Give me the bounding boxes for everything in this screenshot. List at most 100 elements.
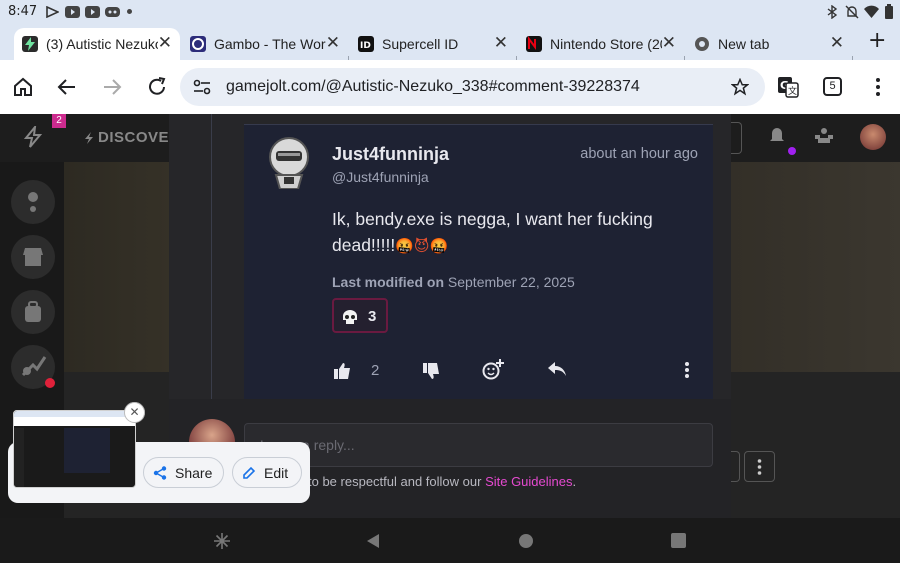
like-count: 2 xyxy=(371,362,380,379)
svg-text:ID: ID xyxy=(360,41,371,51)
user-avatar[interactable] xyxy=(860,124,886,150)
close-tab-icon[interactable]: ✕ xyxy=(158,33,172,53)
more-vertical-icon xyxy=(757,459,762,475)
bookmark-star-icon[interactable] xyxy=(731,78,749,96)
sidebar-item-realms[interactable] xyxy=(11,180,55,224)
like-thumb-icon[interactable] xyxy=(333,362,351,379)
share-label: Share xyxy=(175,465,213,481)
commenter-display-name[interactable]: Just4funninja xyxy=(332,144,449,165)
mute-bell-icon xyxy=(845,5,859,19)
ninja-avatar-icon xyxy=(269,137,309,190)
discover-link[interactable]: DISCOVER xyxy=(98,129,180,146)
comment-actions: 2 xyxy=(244,342,713,399)
tab-new-tab[interactable]: New tab ✕ xyxy=(686,28,852,60)
wifi-icon xyxy=(864,5,879,18)
new-tab-plus-icon[interactable]: + xyxy=(868,28,886,53)
supercell-favicon-icon: ID xyxy=(358,36,374,52)
gambo-favicon-icon xyxy=(190,36,206,52)
notification-count-badge: 2 xyxy=(52,114,66,128)
card-divider xyxy=(244,124,713,125)
reply-input[interactable]: Leave a reply... xyxy=(244,423,713,467)
skull-reaction-button[interactable]: 3 xyxy=(332,298,388,333)
close-tab-icon[interactable]: ✕ xyxy=(662,33,676,53)
reaction-count: 3 xyxy=(368,308,377,325)
edit-label: Edit xyxy=(264,465,289,481)
address-bar[interactable]: gamejolt.com/@Autistic-Nezuko_338#commen… xyxy=(180,68,765,106)
sidebar-item-backpack[interactable] xyxy=(11,290,55,334)
bluetooth-icon xyxy=(827,5,837,19)
youtube-icon xyxy=(65,6,80,18)
tab-title: (3) Autistic Nezuko xyxy=(46,36,158,52)
tab-strip: (3) Autistic Nezuko ✕ Gambo - The World … xyxy=(0,24,900,74)
nav-home-icon[interactable] xyxy=(518,533,534,549)
comment-body-line: dead!!!!! xyxy=(332,235,396,255)
more-options-icon[interactable] xyxy=(866,75,890,99)
reload-icon[interactable] xyxy=(145,75,169,99)
status-time: 8:47 xyxy=(8,4,38,19)
commenter-avatar[interactable] xyxy=(266,137,312,190)
tab-supercell-id[interactable]: ID Supercell ID ✕ xyxy=(350,28,516,60)
dislike-thumb-icon[interactable] xyxy=(422,363,440,380)
thread-line xyxy=(211,114,212,399)
comment-timestamp[interactable]: about an hour ago xyxy=(580,146,698,162)
comment-more-icon[interactable] xyxy=(684,362,690,378)
share-button[interactable]: Share xyxy=(143,457,224,488)
tab-title: Gambo - The World xyxy=(214,36,326,52)
reply-arrow-icon[interactable] xyxy=(547,361,567,377)
site-guidelines-link[interactable]: Site Guidelines xyxy=(485,474,572,489)
tab-autistic-nezuko[interactable]: (3) Autistic Nezuko ✕ xyxy=(14,28,180,60)
modified-label: Last modified on xyxy=(332,274,444,290)
screenshot-preview[interactable] xyxy=(13,410,136,488)
comment-body: Ik, bendy.exe is negga, I want her fucki… xyxy=(332,206,702,259)
home-icon[interactable] xyxy=(11,75,35,99)
side-button-edge[interactable] xyxy=(731,451,740,482)
translate-icon[interactable]: G文 xyxy=(776,75,800,99)
url-text: gamejolt.com/@Autistic-Nezuko_338#commen… xyxy=(226,78,640,95)
sidebar-item-store[interactable] xyxy=(11,235,55,279)
notification-dot-icon xyxy=(788,147,796,155)
guidelines-text: to be respectful and follow our xyxy=(308,474,482,489)
discover-icon xyxy=(85,132,93,144)
notifications-bell-icon[interactable] xyxy=(769,126,785,144)
close-tab-icon[interactable]: ✕ xyxy=(326,33,340,53)
thumb-card xyxy=(64,428,110,473)
close-tab-icon[interactable]: ✕ xyxy=(830,33,844,53)
browser-toolbar: gamejolt.com/@Autistic-Nezuko_338#commen… xyxy=(0,60,900,114)
nintendo-favicon-icon xyxy=(526,36,542,52)
add-reaction-icon[interactable] xyxy=(482,358,504,380)
svg-text:文: 文 xyxy=(788,85,797,97)
tab-count: 5 xyxy=(829,80,836,92)
nav-recents-icon[interactable] xyxy=(671,533,686,548)
edit-button[interactable]: Edit xyxy=(232,457,302,488)
forward-arrow-icon[interactable] xyxy=(100,75,124,99)
tab-nintendo-store[interactable]: Nintendo Store (20 ✕ xyxy=(518,28,684,60)
pencil-edit-icon xyxy=(243,466,256,479)
commenter-username[interactable]: @Just4funninja xyxy=(332,169,429,185)
comment-body-line: Ik, bendy.exe is negga, I want her fucki… xyxy=(332,209,653,229)
youtube-icon xyxy=(85,6,100,18)
modified-date: September 22, 2025 xyxy=(447,274,575,290)
gamejolt-logo-icon[interactable] xyxy=(23,126,43,148)
tab-title: Nintendo Store (20 xyxy=(550,36,662,52)
android-navigation-bar xyxy=(0,518,900,563)
share-icon xyxy=(153,466,167,480)
tab-switcher-button[interactable]: 5 xyxy=(823,77,842,96)
tab-title: New tab xyxy=(718,36,770,52)
site-settings-icon[interactable] xyxy=(193,79,211,95)
assistant-sparkle-icon[interactable] xyxy=(213,532,231,550)
modified-info: Last modified on September 22, 2025 xyxy=(332,274,575,290)
friends-icon[interactable] xyxy=(815,126,833,144)
dismiss-screenshot-icon[interactable]: ✕ xyxy=(124,402,145,423)
angry-emoji-icon: 🤬😈🤬 xyxy=(395,237,449,255)
chrome-favicon-icon xyxy=(694,36,710,52)
discord-icon xyxy=(105,7,120,17)
page-more-button[interactable] xyxy=(744,451,775,482)
tab-title: Supercell ID xyxy=(382,36,459,52)
thumb-sidebar xyxy=(14,428,24,487)
close-tab-icon[interactable]: ✕ xyxy=(494,33,508,53)
guidelines-end: . xyxy=(572,474,577,489)
tab-gambo[interactable]: Gambo - The World ✕ xyxy=(182,28,348,60)
search-box-edge[interactable] xyxy=(731,122,742,154)
back-arrow-icon[interactable] xyxy=(55,75,79,99)
nav-back-icon[interactable] xyxy=(366,533,380,549)
